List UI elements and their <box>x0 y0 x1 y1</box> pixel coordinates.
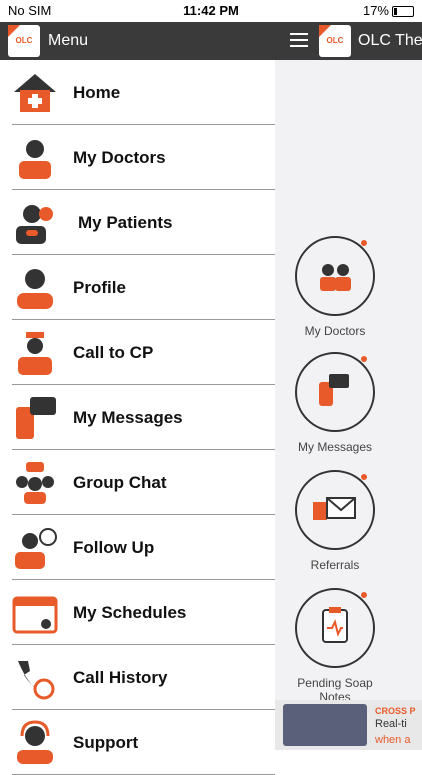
menu-item-group-chat[interactable]: Group Chat <box>12 450 275 515</box>
menu-item-profile[interactable]: Profile <box>12 255 275 320</box>
battery-status: 17% <box>363 3 414 18</box>
home-icon <box>14 74 56 112</box>
clipboard-icon <box>295 588 375 668</box>
tile-pending-soap-notes[interactable]: Pending Soap Notes <box>295 588 375 704</box>
drawer-title: Menu <box>48 32 89 49</box>
menu-item-my-schedules[interactable]: My Schedules <box>12 580 275 645</box>
tile-my-messages[interactable]: My Messages <box>295 352 375 454</box>
tile-label: My Messages <box>297 440 373 454</box>
nurse-icon <box>18 332 52 375</box>
menu-item-support[interactable]: Support <box>12 710 275 775</box>
battery-icon <box>392 6 414 18</box>
dashboard-title: OLC Ther <box>358 32 422 49</box>
app-logo: OLC <box>8 25 40 57</box>
menu-item-my-messages[interactable]: My Messages <box>12 385 275 450</box>
calendar-icon <box>12 596 58 634</box>
menu-item-call-history[interactable]: Call History <box>12 645 275 710</box>
tile-label: My Doctors <box>304 324 366 338</box>
status-bar: No SIM 11:42 PM 17% <box>0 0 422 22</box>
patient-icon <box>16 205 53 244</box>
group-chat-icon <box>16 462 54 504</box>
doctor-icon <box>19 140 51 179</box>
doctors-icon <box>295 236 375 316</box>
follow-up-icon <box>15 528 57 569</box>
tile-label: Referrals <box>310 558 360 572</box>
hamburger-icon[interactable] <box>290 33 308 47</box>
drawer-header: OLC Menu <box>0 22 275 60</box>
profile-icon <box>17 269 53 309</box>
banner-devices-image <box>283 704 367 746</box>
menu-item-home[interactable]: Home <box>12 60 275 125</box>
ad-banner[interactable]: CROSS P Real-ti when a <box>275 700 422 750</box>
call-history-icon <box>18 661 55 700</box>
tile-my-doctors[interactable]: My Doctors <box>295 236 375 338</box>
clock: 11:42 PM <box>183 3 239 18</box>
messages-icon <box>16 397 56 439</box>
menu-item-follow-up[interactable]: Follow Up <box>12 515 275 580</box>
menu-item-my-patients[interactable]: My Patients <box>12 190 275 255</box>
support-icon <box>17 720 53 764</box>
messages-icon <box>295 352 375 432</box>
menu-item-my-doctors[interactable]: My Doctors <box>12 125 275 190</box>
menu-item-call-to-cp[interactable]: Call to CP <box>12 320 275 385</box>
drawer-menu: Home My Doctors My Patients Profile Call… <box>0 60 275 775</box>
side-drawer: OLC Menu Home My Doctors My Patients Pro… <box>0 22 275 775</box>
app-logo: OLC <box>319 25 351 57</box>
tile-referrals[interactable]: Referrals <box>295 470 375 572</box>
referrals-icon <box>295 470 375 550</box>
